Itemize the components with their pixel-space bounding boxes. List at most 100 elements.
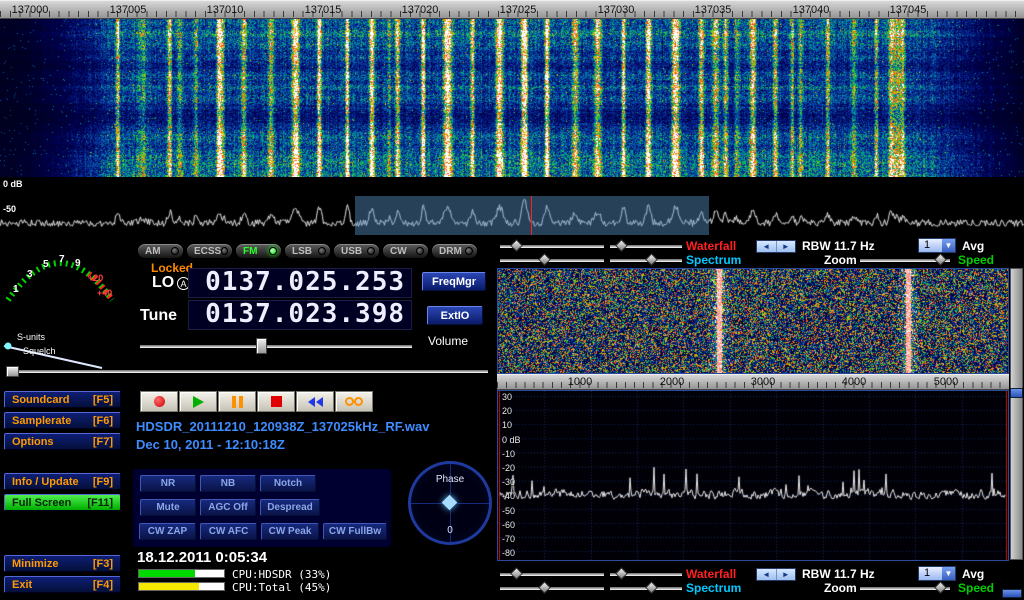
freq-tick-label: 137000 [12,4,49,16]
play-button[interactable] [179,391,217,412]
dropdown-arrow-icon[interactable]: ▼ [942,567,955,580]
zoom-handle-bottom[interactable] [934,581,947,594]
s-meter-label: 5 [43,259,49,270]
rewind-icon [308,397,323,407]
spectrum-upper-slider-bottom[interactable] [500,587,604,590]
spectrum-upper-handle-bottom[interactable] [538,581,551,594]
notch-button[interactable]: Notch [260,475,316,492]
waterfall-lower-handle[interactable] [615,239,628,252]
rf-spectrum-display[interactable]: -50 [0,196,1024,235]
stop-button[interactable] [257,391,295,412]
freq-tick-label: 3000 [751,376,775,388]
spin-right-icon[interactable]: ► [777,569,796,580]
db-scale-label: -10 [502,449,515,459]
audio-waterfall-display[interactable] [498,269,1008,373]
lo-frequency-display[interactable]: 0137.025.253 [188,268,412,298]
agc-button[interactable]: AGC Off [200,499,256,516]
squelch-slider-track[interactable] [8,370,488,373]
tune-frequency-display[interactable]: 0137.023.398 [188,300,412,330]
mode-led-icon [221,247,228,255]
rbw-spinner-bottom[interactable]: ◄► [756,568,796,581]
mode-led-icon [465,247,473,255]
mode-button-am[interactable]: AM [137,243,184,259]
mode-label: FM [243,246,257,257]
right-scrollbar-handle[interactable] [1010,388,1023,398]
recording-filename: HDSDR_20111210_120938Z_137025kHz_RF.wav [136,419,429,434]
mode-button-cw[interactable]: CW [382,243,429,259]
right-scrollbar[interactable] [1010,268,1023,560]
audio-spectrum-display[interactable] [498,391,1008,560]
cw-fullbw-button[interactable]: CW FullBw [323,523,387,540]
exit-button[interactable]: Exit[F4] [4,576,121,593]
tune-label: Tune [140,307,177,325]
cw-zap-button[interactable]: CW ZAP [139,523,196,540]
db-scale-label: 10 [502,420,512,430]
avg-dropdown[interactable]: 1▼ [918,238,956,253]
hotkey-label: [F6] [93,415,113,427]
mode-button-fm[interactable]: FM [235,243,282,259]
db-scale-label: 20 [502,406,512,416]
button-label: Full Screen [12,497,71,509]
s-units-label: S-units [17,332,46,342]
speed-label: Speed [958,253,994,267]
mode-button-drm[interactable]: DRM [431,243,478,259]
rewind-button[interactable] [296,391,334,412]
rf-db-label-mid: -50 [3,204,16,214]
soundcard-button[interactable]: Soundcard[F5] [4,391,121,408]
spectrum-lower-handle[interactable] [645,253,658,266]
mute-button[interactable]: Mute [140,499,196,516]
mode-button-usb[interactable]: USB [333,243,380,259]
minimize-button[interactable]: Minimize[F3] [4,555,121,572]
nr-button[interactable]: NR [140,475,196,492]
nb-button[interactable]: NB [200,475,256,492]
mode-label: USB [341,246,362,257]
avg-dropdown-bottom[interactable]: 1▼ [918,566,956,581]
rf-frequency-ruler[interactable]: 137000 137005 137010 137015 137020 13702… [0,0,1024,19]
mode-button-lsb[interactable]: LSB [284,243,331,259]
spectrum-upper-handle[interactable] [538,253,551,266]
s-meter-label: 1 [13,284,19,295]
squelch-slider-handle[interactable] [6,366,19,377]
spin-right-icon[interactable]: ► [777,241,796,252]
spectrum-upper-slider[interactable] [500,259,604,262]
waterfall-lower-handle-bottom[interactable] [615,567,628,580]
info-update-button[interactable]: Info / Update[F9] [4,473,121,490]
corner-indicator[interactable] [1002,589,1022,598]
rbw-label: RBW 11.7 Hz [802,239,875,253]
record-button[interactable] [140,391,178,412]
options-button[interactable]: Options[F7] [4,433,121,450]
spin-left-icon[interactable]: ◄ [757,569,777,580]
waterfall-upper-handle-bottom[interactable] [510,567,523,580]
spectrum-lower-handle-bottom[interactable] [645,581,658,594]
cw-peak-button[interactable]: CW Peak [261,523,319,540]
despread-button[interactable]: Despread [260,499,320,516]
volume-slider-handle[interactable] [256,338,267,354]
audio-frequency-ruler[interactable]: 1000 2000 3000 4000 5000 [497,374,1009,390]
rbw-spinner[interactable]: ◄► [756,240,796,253]
freq-tick-label: 137025 [500,4,537,16]
freq-tick-label: 137045 [890,4,927,16]
phase-scope: Phase 0 [408,461,492,545]
cpu-total-bar [138,582,225,591]
zoom-handle[interactable] [934,253,947,266]
fullscreen-button[interactable]: Full Screen[F11] [4,494,121,511]
avg-value: 1 [919,567,942,580]
rf-waterfall-display[interactable] [0,0,1024,177]
freqmgr-button[interactable]: FreqMgr [422,272,486,291]
dropdown-arrow-icon[interactable]: ▼ [942,239,955,252]
cw-afc-button[interactable]: CW AFC [200,523,257,540]
passband-highlight[interactable] [355,196,709,235]
loop-button[interactable] [335,391,373,412]
mode-button-ecss[interactable]: ECSS [186,243,233,259]
db-scale-label: -40 [502,491,515,501]
waterfall-upper-handle[interactable] [510,239,523,252]
button-label: Options [12,436,54,448]
spin-left-icon[interactable]: ◄ [757,241,777,252]
samplerate-button[interactable]: Samplerate[F6] [4,412,121,429]
volume-slider-track[interactable] [140,345,412,348]
freq-tick-label: 137005 [110,4,147,16]
pause-button[interactable] [218,391,256,412]
db-scale-label: -60 [502,520,515,530]
extio-button[interactable]: ExtIO [427,306,483,325]
cpu-hdsdr-fill [139,570,195,577]
